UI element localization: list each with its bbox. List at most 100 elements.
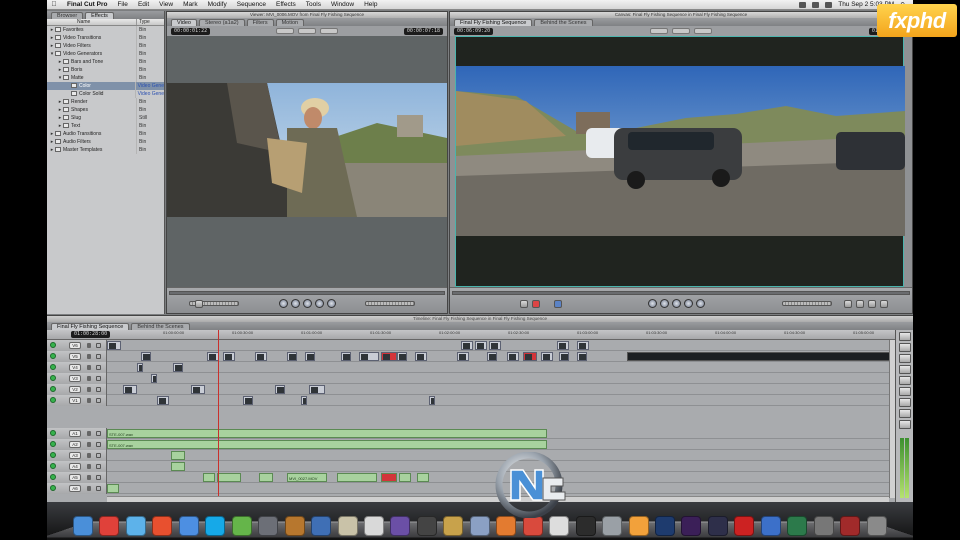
viewer-play-button[interactable] [303, 299, 312, 308]
video-clip[interactable] [475, 341, 487, 350]
dock-app-after-effects-icon[interactable] [681, 516, 702, 536]
track-visibility-icon[interactable] [50, 474, 56, 480]
tab-browser[interactable]: Browser [51, 12, 84, 19]
effects-list-item[interactable]: ▸ Video Transitions Bin [47, 34, 164, 42]
dock-app-database-icon[interactable] [152, 516, 173, 536]
effects-list-item[interactable]: Color Video Gene [47, 82, 164, 90]
auto-select-icon[interactable] [96, 398, 101, 403]
selection-tool[interactable] [898, 332, 911, 341]
dock-app-network-icon[interactable] [760, 516, 781, 536]
audio-clip[interactable] [171, 462, 185, 471]
auto-select-icon[interactable] [96, 464, 101, 469]
dock-app-compressor-icon[interactable] [602, 516, 623, 536]
viewer-jog[interactable] [365, 301, 415, 306]
video-clip[interactable] [557, 341, 569, 350]
dock-app-time-machine-icon[interactable] [787, 516, 808, 536]
canvas-display-popup[interactable] [694, 28, 712, 34]
dock-app-preview-icon[interactable] [443, 516, 464, 536]
track-lock-icon[interactable] [87, 486, 91, 491]
video-clip[interactable] [301, 396, 307, 405]
dock-app-trash-icon[interactable] [866, 516, 887, 536]
auto-select-icon[interactable] [96, 376, 101, 381]
track-select-tool[interactable] [898, 354, 911, 363]
auto-select-icon[interactable] [96, 453, 101, 458]
track-label[interactable]: A3 [69, 452, 81, 459]
wifi-icon[interactable] [799, 1, 807, 8]
track-label[interactable]: V3 [69, 375, 81, 382]
track-lock-icon[interactable] [87, 442, 91, 447]
canvas-jog[interactable] [782, 301, 832, 306]
timeline-track[interactable]: A4 [47, 461, 893, 472]
video-clip[interactable] [541, 352, 553, 361]
dock-app-hd-icon[interactable] [416, 516, 437, 536]
canvas-add-marker-button[interactable] [844, 300, 852, 308]
track-lock-icon[interactable] [87, 365, 91, 370]
track-label[interactable]: A4 [69, 463, 81, 470]
column-name[interactable]: Name [47, 19, 137, 25]
track-label[interactable]: A6 [69, 485, 81, 492]
audio-clip[interactable]: STE-007.wav [107, 440, 547, 449]
audio-clip[interactable]: STE-007.wav [107, 429, 547, 438]
track-visibility-icon[interactable] [50, 441, 56, 447]
canvas-duration-timecode[interactable]: 00:06:09:20 [454, 27, 494, 35]
dock-app-motion-icon[interactable] [390, 516, 411, 536]
dock-app-safari-icon[interactable] [178, 516, 199, 536]
track-lock-icon[interactable] [87, 475, 91, 480]
dock-app-chrome-icon[interactable] [99, 516, 120, 536]
video-clip[interactable] [255, 352, 267, 361]
audio-clip[interactable] [399, 473, 411, 482]
viewer-play-in-out-button[interactable] [291, 299, 300, 308]
video-clip[interactable] [309, 385, 325, 394]
canvas-prev-edit-button[interactable] [648, 299, 657, 308]
tab-filters[interactable]: Filters [246, 19, 274, 26]
crop-tool[interactable] [898, 409, 911, 418]
track-lock-icon[interactable] [87, 431, 91, 436]
track-lock-icon[interactable] [87, 398, 91, 403]
apple-icon[interactable]:  [47, 1, 61, 8]
tab-effects[interactable]: Effects [85, 12, 114, 19]
dock-app-evernote-icon[interactable] [231, 516, 252, 536]
video-clip[interactable] [461, 341, 473, 350]
video-clip[interactable] [137, 363, 143, 372]
effects-list-item[interactable]: ▸ Slug Still [47, 114, 164, 122]
volume-icon[interactable] [812, 1, 820, 8]
video-clip[interactable] [559, 352, 569, 361]
menu-file[interactable]: File [112, 1, 132, 8]
effects-list-item[interactable]: ▸ Bars and Tone Bin [47, 58, 164, 66]
video-clip[interactable] [507, 352, 519, 361]
video-clip[interactable] [243, 396, 253, 405]
track-visibility-icon[interactable] [50, 430, 56, 436]
audio-clip[interactable] [259, 473, 273, 482]
video-clip[interactable] [223, 352, 235, 361]
timeline-track[interactable]: A1 STE-007.wav [47, 428, 893, 439]
video-clip[interactable] [523, 352, 537, 361]
dock-app-color-icon[interactable] [628, 516, 649, 536]
video-clip[interactable] [123, 385, 137, 394]
dock-app-pen-tool-icon[interactable] [258, 516, 279, 536]
audio-clip[interactable] [171, 451, 185, 460]
menu-effects[interactable]: Effects [271, 1, 301, 8]
canvas-add-keyframe-button[interactable] [856, 300, 864, 308]
playhead-sync-popup[interactable] [320, 28, 338, 34]
viewer-duration-timecode[interactable]: 00:00:01:22 [171, 27, 211, 35]
canvas-play-around-button[interactable] [684, 299, 693, 308]
canvas-video-area[interactable] [455, 36, 905, 287]
canvas-mark-clip-button[interactable] [868, 300, 876, 308]
canvas-scrubber[interactable] [452, 291, 910, 295]
canvas-view-popup[interactable] [672, 28, 690, 34]
timeline-track[interactable]: V6 [47, 340, 893, 351]
video-clip[interactable] [429, 396, 435, 405]
viewer-current-timecode[interactable]: 00:00:07:18 [403, 27, 443, 35]
track-label[interactable]: A2 [69, 441, 81, 448]
track-lock-icon[interactable] [87, 376, 91, 381]
audio-clip[interactable] [337, 473, 377, 482]
video-clip[interactable] [381, 352, 397, 361]
effects-list-item[interactable]: ▸ Favorites Bin [47, 26, 164, 34]
auto-select-icon[interactable] [96, 486, 101, 491]
effects-list-item[interactable]: ▸ Video Filters Bin [47, 42, 164, 50]
dock-app-skype-icon[interactable] [205, 516, 226, 536]
track-label[interactable]: V2 [69, 386, 81, 393]
track-lock-icon[interactable] [87, 387, 91, 392]
dock-app-keynote-icon[interactable] [284, 516, 305, 536]
timeline-track[interactable]: A6 [47, 483, 893, 494]
